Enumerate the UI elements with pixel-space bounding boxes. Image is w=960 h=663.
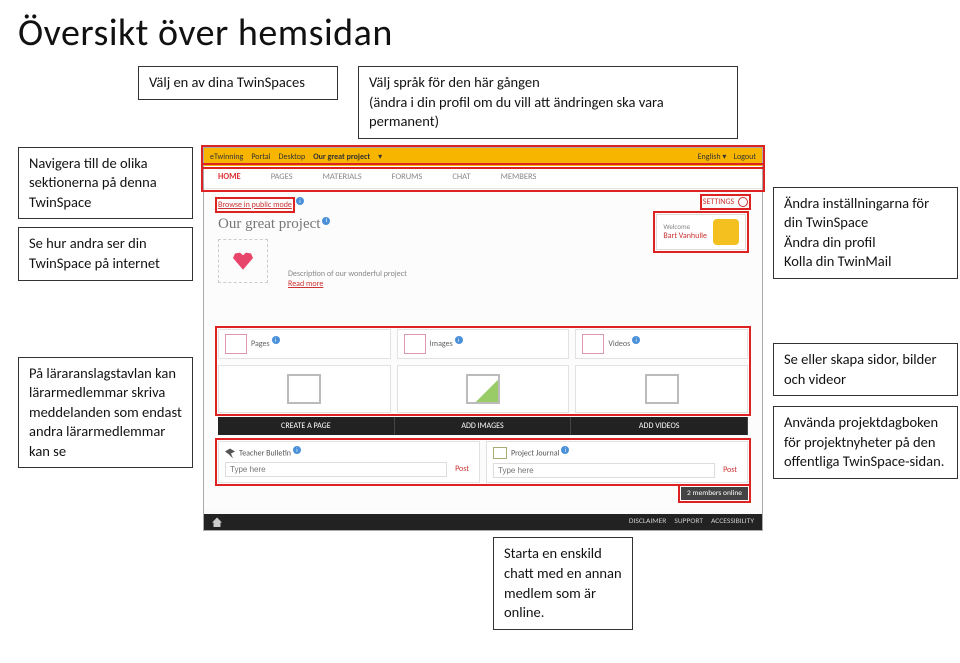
language-dropdown[interactable]: English [698, 152, 721, 162]
pages-icon [225, 334, 247, 354]
home-icon[interactable] [212, 517, 222, 527]
avatar[interactable] [713, 219, 739, 245]
info-icon[interactable]: i [293, 446, 301, 454]
settings-link[interactable]: SETTINGS [703, 197, 748, 207]
tile-pages-placeholder [218, 365, 391, 413]
pin-icon [225, 448, 235, 458]
tile-pages-header: Pagesi [218, 329, 391, 359]
callout-language-line2: (ändra i din profil om du vill att ändri… [369, 93, 664, 131]
teacher-bulletin-input[interactable] [225, 462, 447, 477]
create-page-button[interactable]: CREATE A PAGE [218, 417, 395, 435]
topbar: eTwinning Portal Desktop Our great proje… [204, 148, 762, 166]
tile-images-placeholder [397, 365, 570, 413]
callout-settings-profile-mail: Ändra inställningarna för din TwinSpace … [773, 187, 958, 279]
callout-navigate-sections: Navigera till de olika sektionerna på de… [18, 147, 193, 220]
heart-icon [233, 252, 253, 270]
gear-icon [738, 197, 748, 207]
book-icon [493, 447, 507, 459]
footer-support[interactable]: SUPPORT [674, 517, 703, 527]
add-videos-button[interactable]: ADD VIDEOS [571, 417, 748, 435]
nav-materials[interactable]: MATERIALS [323, 172, 362, 182]
tile-images-header: Imagesi [397, 329, 570, 359]
portal-link[interactable]: Portal [251, 152, 270, 162]
callout-select-twinspace: Välj en av dina TwinSpaces [138, 66, 338, 100]
welcome-username: Bart Vanhulle [663, 231, 707, 241]
callout-teacher-bulletin: På läraranslagstavlan kan lärarmedlemmar… [18, 357, 193, 469]
tile-videos-placeholder [575, 365, 748, 413]
project-journal-input[interactable] [493, 463, 715, 478]
main-nav: HOME PAGES MATERIALS FORUMS CHAT MEMBERS [204, 166, 762, 189]
callout-select-language: Välj språk för den här gången (ändra i d… [358, 66, 738, 139]
project-dropdown[interactable]: Our great project [313, 152, 370, 162]
twinspace-screenshot: eTwinning Portal Desktop Our great proje… [203, 147, 763, 532]
callout-project-journal: Använda projektdagboken för projektnyhet… [773, 406, 958, 479]
images-icon [404, 334, 426, 354]
nav-chat[interactable]: CHAT [452, 172, 470, 182]
welcome-label: Welcome [663, 222, 707, 231]
content-tiles: Pagesi Imagesi Videosi [218, 329, 748, 413]
footer-disclaimer[interactable]: DISCLAIMER [629, 517, 666, 527]
nav-pages[interactable]: PAGES [271, 172, 293, 182]
members-online-badge[interactable]: 2 members online [681, 487, 748, 500]
project-journal-post-button[interactable]: Post [719, 463, 741, 478]
videos-icon [582, 334, 604, 354]
callout-start-chat: Starta en enskild chatt med en annan med… [493, 537, 633, 629]
logout-link[interactable]: Logout [734, 152, 756, 162]
info-icon[interactable]: i [455, 336, 463, 344]
journals-row: Teacher Bulletini Post Project Journali … [218, 441, 748, 484]
callout-public-view: Se hur andra ser din TwinSpace på intern… [18, 227, 193, 280]
chevron-down-icon[interactable]: ▾ [378, 152, 382, 162]
teacher-bulletin-panel: Teacher Bulletini Post [218, 441, 480, 484]
nav-home[interactable]: HOME [218, 172, 241, 182]
desktop-link[interactable]: Desktop [279, 152, 306, 162]
info-icon[interactable]: i [272, 336, 280, 344]
teacher-bulletin-post-button[interactable]: Post [451, 462, 473, 477]
nav-members[interactable]: MEMBERS [501, 172, 537, 182]
read-more-link[interactable]: Read more [288, 279, 748, 289]
project-description: Description of our wonderful project [288, 269, 748, 279]
footer-accessibility[interactable]: ACCESSIBILITY [711, 517, 754, 527]
brand-label: eTwinning [210, 152, 243, 162]
chevron-down-icon[interactable]: ▾ [722, 152, 726, 162]
page-title: Översikt över hemsidan [18, 10, 942, 56]
project-journal-panel: Project Journali Post [486, 441, 748, 484]
info-icon[interactable]: i [561, 446, 569, 454]
add-images-button[interactable]: ADD IMAGES [395, 417, 572, 435]
footer-bar: DISCLAIMER SUPPORT ACCESSIBILITY [204, 514, 762, 530]
tile-videos-header: Videosi [575, 329, 748, 359]
callout-content-tiles: Se eller skapa sidor, bilder och videor [773, 343, 958, 396]
welcome-panel[interactable]: Welcome Bart Vanhulle [656, 214, 746, 250]
info-icon[interactable]: i [322, 217, 330, 225]
nav-forums[interactable]: FORUMS [392, 172, 423, 182]
browse-public-link[interactable]: Browse in public mode [218, 200, 292, 210]
project-image-placeholder [218, 239, 268, 283]
action-bar: CREATE A PAGE ADD IMAGES ADD VIDEOS [218, 417, 748, 435]
info-icon[interactable]: i [632, 336, 640, 344]
callout-language-line1: Välj språk för den här gången [369, 73, 540, 91]
info-icon[interactable]: i [296, 197, 304, 205]
